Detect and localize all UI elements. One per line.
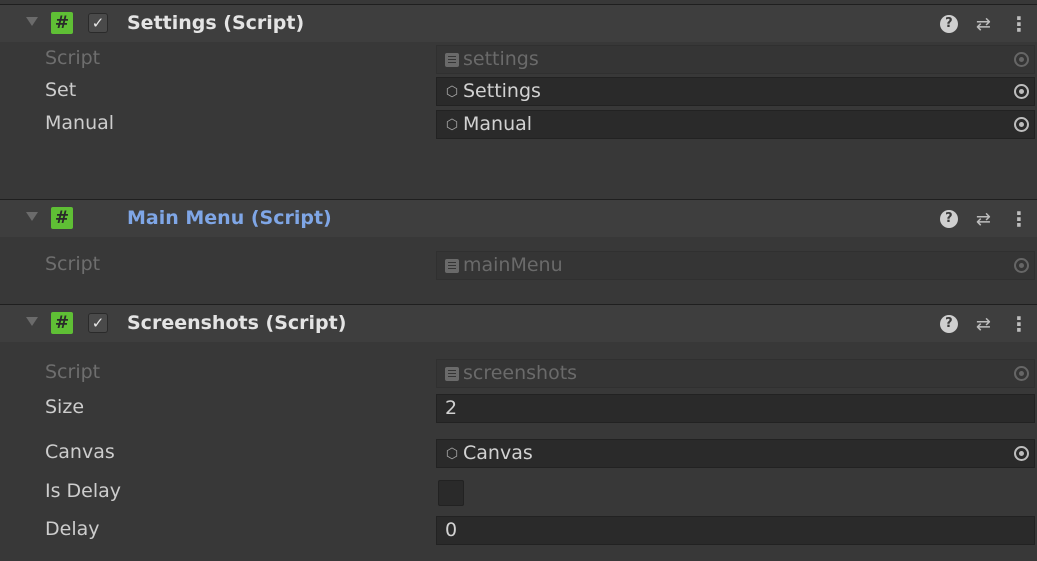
script-field[interactable]: settings (436, 45, 1035, 74)
field-row-script: Script mainMenu (0, 250, 1037, 282)
field-label: Script (45, 47, 101, 69)
field-row-size: Size 2 (0, 393, 1037, 425)
object-picker-icon[interactable] (1014, 84, 1029, 99)
kebab-menu-icon[interactable]: ⋮ (1009, 207, 1029, 231)
component-header-main-menu[interactable]: # Main Menu (Script) ? ⇄ ⋮ (0, 199, 1037, 237)
presets-icon[interactable]: ⇄ (976, 314, 991, 335)
field-label: Script (45, 361, 101, 383)
field-row-script: Script settings (0, 44, 1037, 76)
enable-checkbox[interactable]: ✓ (88, 13, 108, 33)
enable-checkbox[interactable]: ✓ (88, 313, 108, 333)
gameobject-icon: ⬡ (445, 117, 459, 133)
field-value: Settings (463, 80, 541, 102)
script-file-icon (445, 259, 459, 273)
size-input[interactable]: 2 (436, 394, 1035, 423)
script-icon: # (51, 207, 73, 229)
script-icon: # (51, 12, 73, 34)
component-header-screenshots[interactable]: # ✓ Screenshots (Script) ? ⇄ ⋮ (0, 304, 1037, 342)
field-value: mainMenu (463, 254, 563, 276)
gameobject-icon: ⬡ (445, 446, 459, 462)
kebab-menu-icon[interactable]: ⋮ (1009, 312, 1029, 336)
field-label: Size (45, 396, 85, 418)
foldout-arrow-icon[interactable] (26, 212, 38, 221)
kebab-menu-icon[interactable]: ⋮ (1009, 12, 1029, 36)
object-picker-icon[interactable] (1014, 52, 1029, 67)
component-header-settings[interactable]: # ✓ Settings (Script) ? ⇄ ⋮ (0, 4, 1037, 42)
field-row-set: Set ⬡ Settings (0, 76, 1037, 108)
inspector-panel: # ✓ Settings (Script) ? ⇄ ⋮ Script setti… (0, 0, 1037, 561)
component-title: Settings (Script) (127, 12, 305, 34)
field-value: 0 (445, 519, 458, 541)
object-picker-icon[interactable] (1014, 117, 1029, 132)
is-delay-checkbox[interactable] (438, 480, 464, 506)
script-icon: # (51, 312, 73, 334)
field-label: Is Delay (45, 480, 122, 502)
field-row-delay: Delay 0 (0, 515, 1037, 547)
field-row-is-delay: Is Delay (0, 477, 1037, 509)
component-title: Screenshots (Script) (127, 312, 347, 334)
foldout-arrow-icon[interactable] (26, 317, 38, 326)
script-field[interactable]: screenshots (436, 359, 1035, 388)
field-label: Delay (45, 518, 100, 540)
object-picker-icon[interactable] (1014, 446, 1029, 461)
field-label: Manual (45, 112, 115, 134)
field-row-script: Script screenshots (0, 358, 1037, 390)
gameobject-icon: ⬡ (445, 84, 459, 100)
help-icon[interactable]: ? (939, 210, 958, 228)
object-field-set[interactable]: ⬡ Settings (436, 77, 1035, 106)
script-file-icon (445, 367, 459, 381)
field-label: Script (45, 253, 101, 275)
field-value: 2 (445, 397, 458, 419)
script-file-icon (445, 53, 459, 67)
object-picker-icon[interactable] (1014, 258, 1029, 273)
field-value: settings (463, 48, 539, 70)
field-value: screenshots (463, 362, 578, 384)
object-field-manual[interactable]: ⬡ Manual (436, 110, 1035, 139)
field-row-manual: Manual ⬡ Manual (0, 109, 1037, 141)
foldout-arrow-icon[interactable] (26, 17, 38, 26)
delay-input[interactable]: 0 (436, 516, 1035, 545)
help-icon[interactable]: ? (939, 315, 958, 333)
script-field[interactable]: mainMenu (436, 251, 1035, 280)
presets-icon[interactable]: ⇄ (976, 14, 991, 35)
object-field-canvas[interactable]: ⬡ Canvas (436, 439, 1035, 468)
field-label: Set (45, 79, 77, 101)
object-picker-icon[interactable] (1014, 366, 1029, 381)
presets-icon[interactable]: ⇄ (976, 209, 991, 230)
help-icon[interactable]: ? (939, 15, 958, 33)
field-value: Canvas (463, 442, 533, 464)
field-label: Canvas (45, 441, 115, 463)
component-title: Main Menu (Script) (127, 207, 332, 229)
field-value: Manual (463, 113, 533, 135)
field-row-canvas: Canvas ⬡ Canvas (0, 438, 1037, 470)
